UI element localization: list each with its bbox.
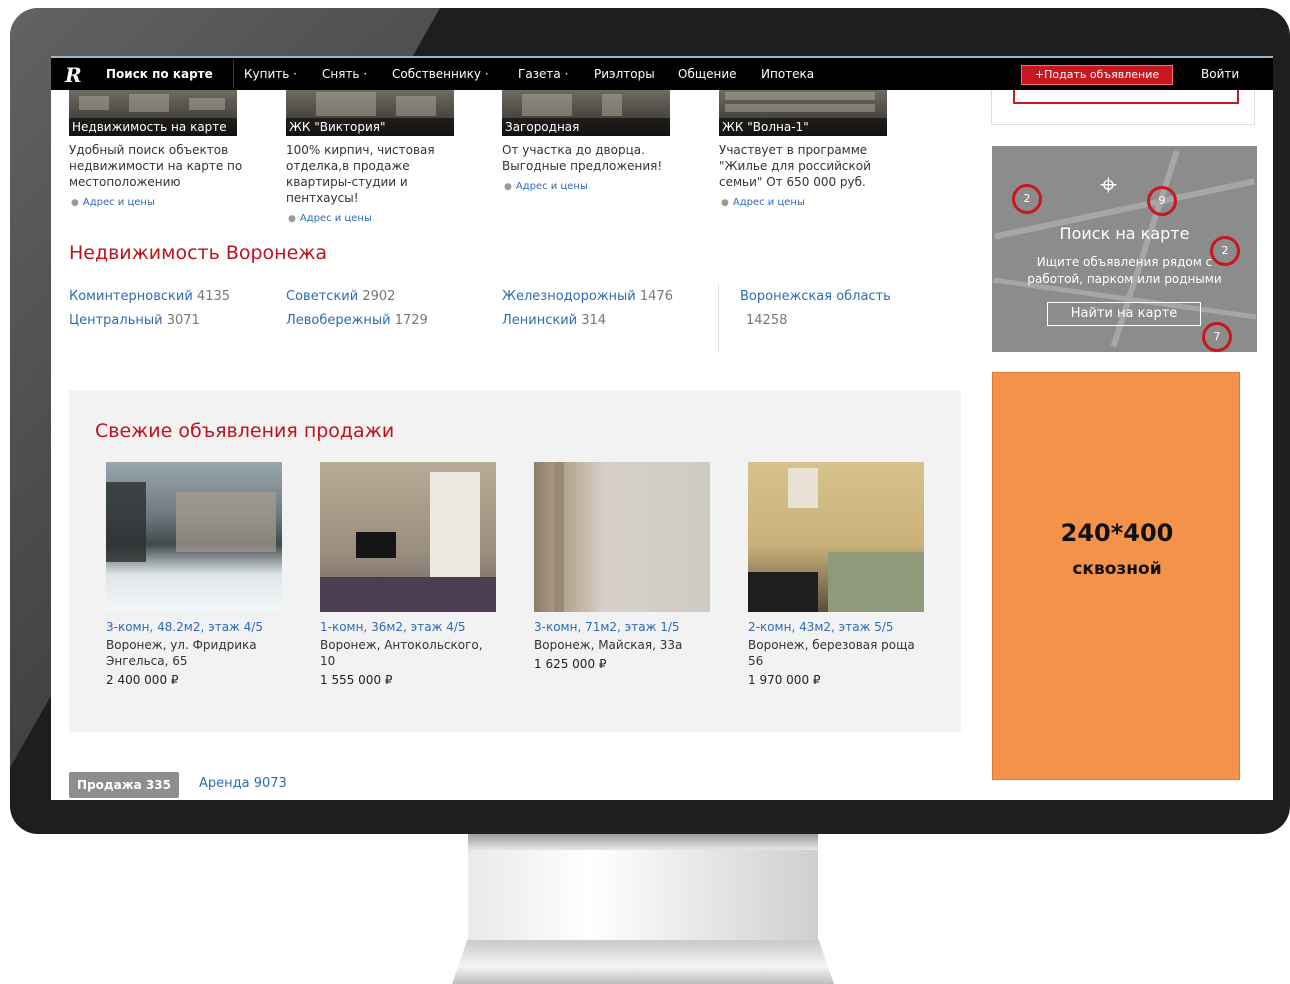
listing-title[interactable]: 3-комн, 71м2, этаж 1/5: [534, 620, 710, 634]
category-link-label: Адрес и цены: [82, 197, 155, 208]
nav-mortgage[interactable]: Ипотека: [761, 67, 814, 81]
map-pin-icon: ⌖: [1100, 168, 1117, 203]
category-caption: Загородная: [502, 118, 670, 136]
category-caption: ЖК "Виктория": [286, 118, 454, 136]
category-link-label: Адрес и цены: [299, 213, 372, 224]
category-link-label: Адрес и цены: [515, 181, 588, 192]
district-name: Левобережный: [286, 313, 391, 328]
location-pin-icon: ●: [721, 198, 729, 208]
district-link[interactable]: Левобережный 1729: [286, 313, 428, 328]
districts-title: Недвижимость Воронежа: [69, 242, 328, 264]
listing-title[interactable]: 1-комн, 36м2, этаж 4/5: [320, 620, 496, 634]
nav-newspaper[interactable]: Газета ·: [518, 67, 568, 81]
category-link-label: Адрес и цены: [732, 197, 805, 208]
district-name: Ленинский: [502, 313, 578, 328]
location-pin-icon: ●: [504, 182, 512, 192]
district-count: 3071: [166, 313, 200, 328]
category-description: 100% кирпич, чистовая отделка,в продаже …: [286, 143, 435, 205]
monitor-stand-shadow: [468, 834, 818, 850]
listing-photo[interactable]: [320, 462, 496, 612]
category-image-map[interactable]: Недвижимость на карте: [69, 90, 237, 136]
location-pin-icon: ●: [71, 198, 79, 208]
listing-photo[interactable]: [106, 462, 282, 612]
listing-price: 1 625 000 ₽: [534, 657, 607, 671]
nav-realtors[interactable]: Риэлторы: [594, 67, 655, 81]
site-logo-icon[interactable]: R: [65, 63, 89, 87]
fresh-listings-title: Свежие объявления продажи: [95, 420, 395, 442]
top-nav: R Поиск по карте Купить · Снять · Собств…: [51, 56, 1273, 90]
district-count: 314: [581, 313, 607, 328]
listing-photo[interactable]: [534, 462, 710, 612]
category-description: Удобный поиск объектов недвижимости на к…: [69, 143, 243, 189]
district-link[interactable]: Советский 2902: [286, 289, 395, 304]
map-widget-subtitle: Ищите объявления рядом с работой, парком…: [1027, 255, 1222, 286]
category-image-volna[interactable]: ЖК "Волна-1": [719, 90, 887, 136]
listing-title[interactable]: 3-комн, 48.2м2, этаж 4/5: [106, 620, 282, 634]
find-on-map-button[interactable]: Найти на карте: [1047, 302, 1201, 326]
nav-rent[interactable]: Снять ·: [322, 67, 367, 81]
listing-card[interactable]: 3-комн, 48.2м2, этаж 4/5 Воронеж, ул. Фр…: [106, 462, 282, 687]
nav-owner[interactable]: Собственнику ·: [392, 67, 489, 81]
monitor-stand-base: [452, 940, 834, 984]
district-count: 1729: [394, 313, 428, 328]
tab-sale[interactable]: Продажа 335: [69, 772, 179, 798]
ad-type-label: сквозной: [1072, 559, 1162, 579]
nav-map-search[interactable]: Поиск по карте: [106, 67, 213, 81]
category-link[interactable]: ● Адрес и цены: [721, 197, 805, 208]
category-link[interactable]: ● Адрес и цены: [71, 197, 155, 208]
listing-address: Воронеж, ул. Фридрика Энгельса, 65: [106, 638, 257, 668]
district-name: Коминтерновский: [69, 289, 193, 304]
region-count: 14258: [746, 313, 788, 328]
listing-price: 2 400 000 ₽: [106, 673, 179, 687]
district-name: Центральный: [69, 313, 163, 328]
district-count: 2902: [362, 289, 396, 304]
district-link[interactable]: Центральный 3071: [69, 313, 200, 328]
listing-card[interactable]: 3-комн, 71м2, этаж 1/5 Воронеж, Майская,…: [534, 462, 710, 671]
category-link[interactable]: ● Адрес и цены: [504, 181, 588, 192]
category-description: От участка до дворца. Выгодные предложен…: [502, 143, 663, 173]
category-image-viktoriya[interactable]: ЖК "Виктория": [286, 90, 454, 136]
red-outline-button[interactable]: [1013, 90, 1239, 104]
nav-community[interactable]: Общение: [678, 67, 737, 81]
map-marker-icon: 7: [1202, 322, 1232, 352]
fresh-listings-panel: Свежие объявления продажи 3-комн, 48.2м2…: [69, 390, 961, 732]
district-link[interactable]: Ленинский 314: [502, 313, 606, 328]
nav-divider: [233, 60, 234, 88]
category-description: Участвует в программе "Жилье для российс…: [719, 143, 871, 189]
map-widget-title: Поиск на карте: [1059, 224, 1190, 243]
listing-title[interactable]: 2-комн, 43м2, этаж 5/5: [748, 620, 924, 634]
region-link[interactable]: Воронежская область: [740, 289, 891, 304]
district-name: Железнодорожный: [502, 289, 636, 304]
listing-address: Воронеж, Майская, 33а: [534, 638, 683, 652]
category-caption: Недвижимость на карте: [69, 118, 237, 136]
listing-card[interactable]: 1-комн, 36м2, этаж 4/5 Воронеж, Антоколь…: [320, 462, 496, 687]
browser-screen: R Поиск по карте Купить · Снять · Собств…: [51, 56, 1273, 800]
listing-price: 1 970 000 ₽: [748, 673, 821, 687]
monitor-bezel: R Поиск по карте Купить · Снять · Собств…: [10, 8, 1290, 834]
category-link[interactable]: ● Адрес и цены: [288, 213, 372, 224]
listing-address: Воронеж, Антокольского, 10: [320, 638, 483, 668]
tab-rent[interactable]: Аренда 9073: [199, 776, 287, 791]
nav-buy[interactable]: Купить ·: [244, 67, 297, 81]
district-count: 1476: [639, 289, 673, 304]
ad-size-label: 240*400: [1060, 519, 1174, 547]
category-caption: ЖК "Волна-1": [719, 118, 887, 136]
district-name: Советский: [286, 289, 359, 304]
map-search-widget[interactable]: 2 9 2 7 ⌖ Поиск на карте Ищите объявлени…: [992, 146, 1257, 352]
district-link[interactable]: Железнодорожный 1476: [502, 289, 673, 304]
listing-price: 1 555 000 ₽: [320, 673, 393, 687]
listing-address: Воронеж, березовая роща 56: [748, 638, 915, 668]
map-marker-icon: 9: [1147, 186, 1177, 216]
listing-card[interactable]: 2-комн, 43м2, этаж 5/5 Воронеж, березова…: [748, 462, 924, 687]
district-count: 4135: [196, 289, 231, 304]
listing-photo[interactable]: [748, 462, 924, 612]
post-ad-button[interactable]: +Подать объявление: [1021, 65, 1173, 85]
region-divider: [718, 284, 719, 352]
ad-banner[interactable]: 240*400 сквозной: [992, 372, 1240, 780]
login-link[interactable]: Войти: [1201, 67, 1239, 81]
location-pin-icon: ●: [288, 214, 296, 224]
category-image-country[interactable]: Загородная: [502, 90, 670, 136]
map-marker-icon: 2: [1012, 184, 1042, 214]
district-link[interactable]: Коминтерновский 4135: [69, 289, 230, 304]
